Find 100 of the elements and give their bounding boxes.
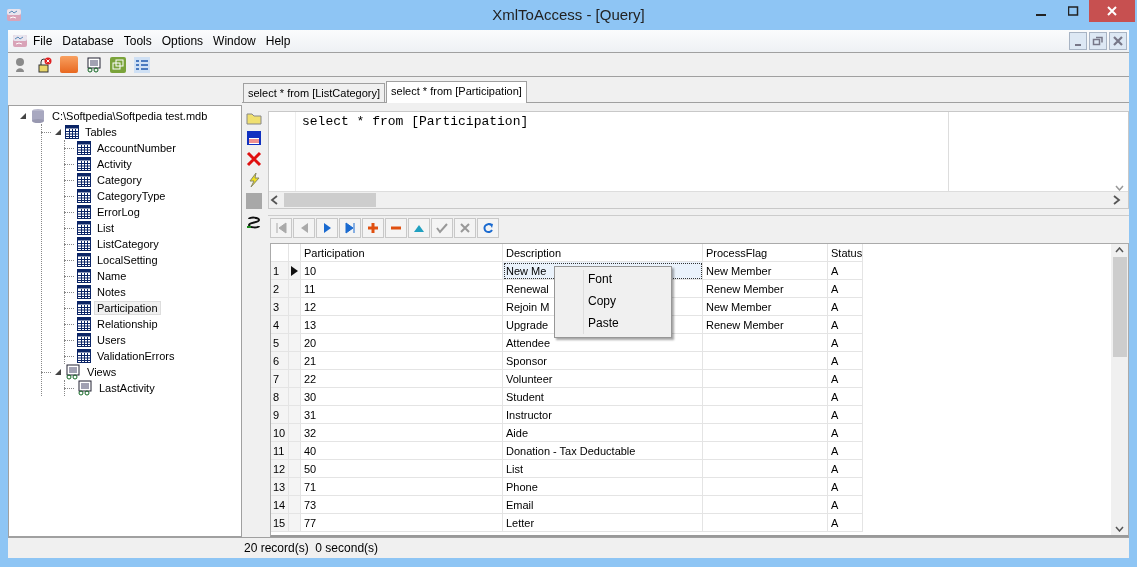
table-icon: [77, 269, 91, 283]
query-tab[interactable]: select * from [Participation]: [386, 81, 527, 103]
menu-item[interactable]: Options: [156, 34, 209, 48]
first-record-button[interactable]: [270, 218, 292, 238]
table-cell: A: [828, 280, 863, 298]
table-cell: Sponsor: [503, 352, 703, 370]
delete-record-button[interactable]: [385, 218, 407, 238]
table-cell: Phone: [503, 478, 703, 496]
views-folder-icon: [65, 364, 81, 380]
tree-item[interactable]: Activity: [94, 157, 135, 171]
last-record-icon: [344, 222, 356, 234]
app-icon: [6, 7, 22, 23]
tree-item[interactable]: Users: [94, 333, 129, 347]
list-icon[interactable]: [134, 56, 150, 73]
table-icon: [77, 157, 91, 171]
next-record-button[interactable]: [316, 218, 338, 238]
table-icon: [77, 237, 91, 251]
tree-item[interactable]: Name: [94, 269, 130, 283]
column-header[interactable]: Status: [828, 244, 863, 262]
table-icon: [77, 317, 91, 331]
column-header[interactable]: Description: [503, 244, 703, 262]
row-number: 1: [271, 262, 289, 280]
next-record-icon: [321, 222, 333, 234]
table-cell: A: [828, 334, 863, 352]
tree-item[interactable]: C:\Softpedia\Softpedia test.mdb: [49, 109, 211, 123]
lightning-icon[interactable]: [246, 172, 262, 188]
menu-item[interactable]: Tools: [118, 34, 157, 48]
tree-item[interactable]: Relationship: [94, 317, 161, 331]
scrollbar-thumb[interactable]: [284, 193, 376, 207]
table-cell: Letter: [503, 514, 703, 532]
last-record-button[interactable]: [339, 218, 361, 238]
table-cell: Instructor: [503, 406, 703, 424]
menu-item[interactable]: Paste: [555, 313, 671, 335]
save-icon[interactable]: [246, 130, 262, 146]
table-cell: 32: [301, 424, 503, 442]
table-cell: A: [828, 514, 863, 532]
post-edit-button[interactable]: [431, 218, 453, 238]
tree-item[interactable]: Views: [84, 365, 120, 379]
table-cell: Student: [503, 388, 703, 406]
table-icon: [77, 221, 91, 235]
column-header[interactable]: ProcessFlag: [703, 244, 828, 262]
tree-item[interactable]: Notes: [94, 285, 129, 299]
collapse-toggle-icon[interactable]: [54, 368, 62, 376]
table-cell: A: [828, 298, 863, 316]
table-cell: New Member: [703, 298, 828, 316]
child-minimize-button[interactable]: [1069, 32, 1087, 50]
table-cell: A: [828, 460, 863, 478]
row-number: 13: [271, 478, 289, 496]
table-icon: [77, 173, 91, 187]
lock-icon[interactable]: [36, 56, 52, 73]
menu-item[interactable]: Window: [208, 34, 261, 48]
tree-item[interactable]: List: [94, 221, 118, 235]
tree-item[interactable]: CategoryType: [94, 189, 169, 203]
scroll-down-icon[interactable]: [1115, 185, 1124, 191]
tree-item[interactable]: Category: [94, 173, 145, 187]
table-cell: Email: [503, 496, 703, 514]
tree-item[interactable]: ValidationErrors: [94, 349, 178, 363]
minimize-icon: [1036, 14, 1046, 16]
cancel-edit-button[interactable]: [454, 218, 476, 238]
menu-item[interactable]: Help: [260, 34, 296, 48]
view-icon[interactable]: [86, 56, 102, 73]
table-cell: 11: [301, 280, 503, 298]
close-button[interactable]: [1089, 0, 1135, 22]
collapse-toggle-icon[interactable]: [54, 128, 62, 136]
prior-record-button[interactable]: [293, 218, 315, 238]
insert-record-button[interactable]: [362, 218, 384, 238]
collapse-toggle-icon[interactable]: [19, 112, 27, 120]
child-close-button[interactable]: [1109, 32, 1127, 50]
refresh-data-button[interactable]: [477, 218, 499, 238]
table-cell: A: [828, 496, 863, 514]
menu-item[interactable]: File: [28, 34, 58, 48]
table-icon: [77, 333, 91, 347]
tree-item[interactable]: Participation: [94, 301, 161, 315]
edit-record-button[interactable]: [408, 218, 430, 238]
cancel-edit-icon: [459, 222, 471, 234]
table-icon: [77, 141, 91, 155]
tree-item[interactable]: AccountNumber: [94, 141, 179, 155]
child-restore-button[interactable]: [1089, 32, 1107, 50]
row-number: 14: [271, 496, 289, 514]
tree-item[interactable]: ErrorLog: [94, 205, 143, 219]
tree-item[interactable]: Tables: [82, 125, 120, 139]
window-title: XmlToAccess - [Query]: [492, 6, 645, 23]
close-icon: [1107, 6, 1117, 16]
table-cell: 31: [301, 406, 503, 424]
column-header[interactable]: Participation: [301, 244, 503, 262]
query-tab[interactable]: select * from [ListCategory]: [243, 83, 386, 102]
folder-icon[interactable]: [246, 111, 262, 125]
windows-icon[interactable]: [110, 56, 126, 73]
menu-item[interactable]: Database: [57, 34, 119, 48]
scroll-down-icon[interactable]: [1115, 526, 1124, 532]
tree-item[interactable]: ListCategory: [94, 237, 162, 251]
table-cell: Renew Member: [703, 280, 828, 298]
table-cell: 50: [301, 460, 503, 478]
row-number: 6: [271, 352, 289, 370]
delete-icon[interactable]: [246, 151, 262, 167]
row-number: 2: [271, 280, 289, 298]
scrollbar-thumb[interactable]: [1112, 257, 1127, 357]
tree-item[interactable]: LocalSetting: [94, 253, 161, 267]
scroll-up-icon[interactable]: [1115, 247, 1124, 253]
tree-item[interactable]: LastActivity: [96, 381, 158, 395]
